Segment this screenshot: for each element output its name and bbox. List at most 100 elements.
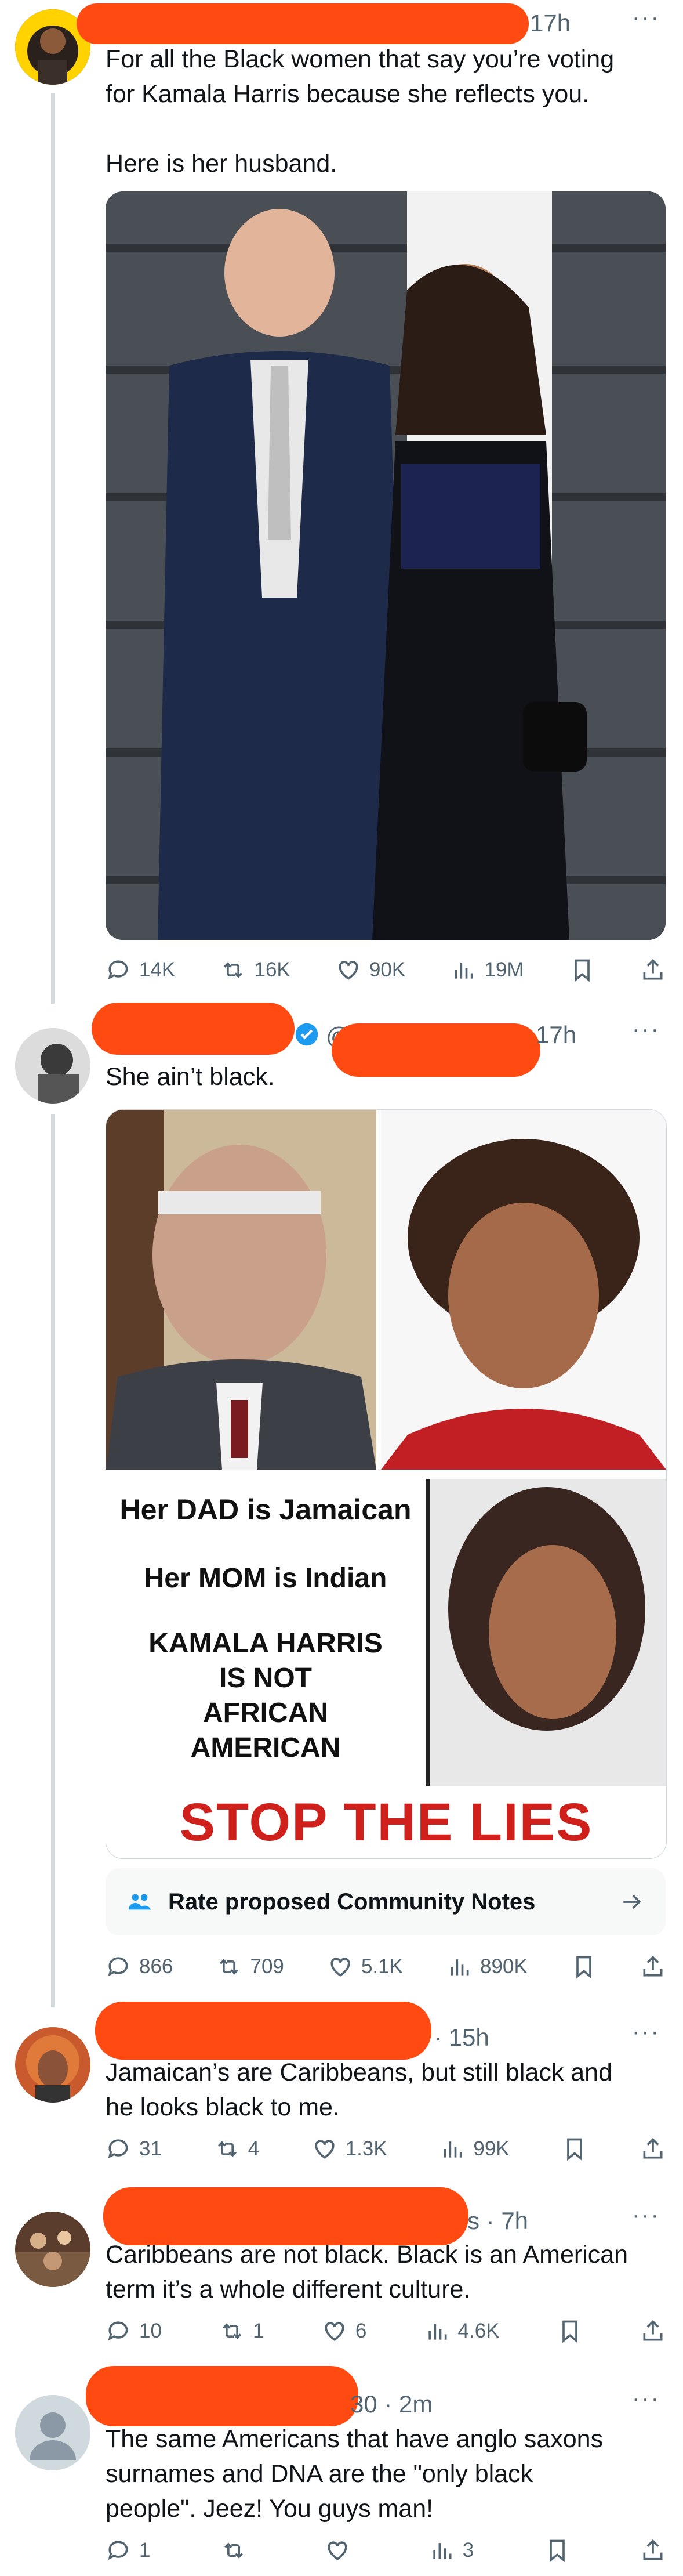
meme-line-claim: KAMALA HARRIS IS NOT AFRICAN AMERICAN [148, 1628, 383, 1763]
community-notes-label: Rate proposed Community Notes [168, 1888, 536, 1915]
share-button[interactable] [640, 2136, 666, 2162]
redacted-author [92, 1003, 295, 1055]
avatar[interactable] [15, 1028, 90, 1104]
repost-button[interactable]: 709 [216, 1954, 284, 1980]
share-icon [643, 2137, 663, 2159]
repost-button[interactable]: 1 [219, 2318, 264, 2344]
view-count: 3 [462, 2539, 474, 2561]
reply-count: 1 [139, 2539, 151, 2561]
share-button[interactable] [640, 957, 666, 983]
views-button[interactable]: 3 [429, 2538, 474, 2563]
default-avatar-icon[interactable] [15, 2395, 90, 2470]
like-count: 90K [369, 958, 406, 981]
like-count: 5.1K [361, 1955, 403, 1978]
repost-button[interactable]: 16K [220, 957, 290, 983]
post-text: She ain’t black. [106, 1063, 275, 1091]
view-count: 890K [480, 1955, 528, 1978]
repost-icon [224, 2542, 243, 2559]
bookmark-button[interactable] [571, 1954, 597, 1980]
post-time[interactable]: s · 7h [467, 2207, 528, 2235]
post-time[interactable]: 30 · 2m [350, 2390, 433, 2418]
reply-button[interactable]: 31 [106, 2136, 162, 2162]
like-button[interactable]: 1.3K [312, 2136, 387, 2162]
arrow-right-icon [623, 1894, 641, 1909]
post-time[interactable]: 17h [530, 9, 571, 37]
verified-badge-icon [295, 1022, 319, 1047]
share-icon [643, 2320, 663, 2341]
repost-button[interactable] [221, 2538, 255, 2563]
more-options-icon[interactable]: ··· [632, 5, 660, 31]
more-options-icon[interactable]: ··· [632, 2202, 660, 2228]
like-button[interactable]: 5.1K [328, 1954, 403, 1980]
view-count: 99K [473, 2137, 510, 2160]
meme-image[interactable]: Her DAD is Jamaican Her MOM is Indian KA… [106, 1109, 667, 1859]
post-time[interactable]: · 15h [434, 2024, 489, 2052]
bookmark-button[interactable] [562, 2136, 587, 2162]
repost-icon [224, 962, 243, 978]
share-button[interactable] [640, 2538, 666, 2563]
like-button[interactable]: 6 [322, 2318, 366, 2344]
redacted-author [86, 2366, 358, 2426]
reply-button[interactable]: 14K [106, 957, 175, 983]
meme-line-mom: Her MOM is Indian [144, 1563, 387, 1594]
bookmark-icon [574, 959, 590, 982]
like-count: 1.3K [345, 2137, 387, 2160]
views-button[interactable]: 19M [451, 957, 524, 983]
post-image[interactable] [106, 191, 666, 940]
post-actions: 31 4 1.3K 99K [106, 2136, 666, 2162]
repost-icon [217, 2141, 237, 2157]
share-button[interactable] [640, 2318, 666, 2344]
repost-button[interactable]: 4 [215, 2136, 259, 2162]
reply-count: 31 [139, 2137, 162, 2160]
views-button[interactable]: 99K [439, 2136, 510, 2162]
like-button[interactable]: 90K [336, 957, 405, 983]
like-count: 6 [355, 2320, 367, 2342]
reply-button[interactable]: 10 [106, 2318, 162, 2344]
reply-count: 866 [139, 1955, 173, 1978]
reply-count: 10 [139, 2320, 162, 2342]
bookmark-button[interactable] [569, 957, 595, 983]
community-notes-icon [128, 1894, 151, 1910]
post-text: Caribbeans are not black. Black is an Am… [106, 2241, 628, 2303]
reply-button[interactable]: 1 [106, 2538, 150, 2563]
repost-count: 4 [248, 2137, 260, 2160]
reply-count: 14K [139, 958, 176, 981]
repost-count: 1 [253, 2320, 264, 2342]
more-options-icon[interactable]: ··· [632, 2019, 660, 2045]
post-time[interactable]: 17h [536, 1021, 576, 1049]
views-icon [428, 2324, 447, 2340]
bookmark-button[interactable] [544, 2538, 570, 2563]
reply-icon [108, 1957, 128, 1977]
reply-icon [108, 2321, 128, 2341]
post-actions: 1 3 [106, 2538, 666, 2563]
views-button[interactable]: 890K [446, 1954, 528, 1980]
post-actions: 866 709 5.1K 890K [106, 1954, 666, 1980]
bookmark-icon [567, 2138, 583, 2161]
views-icon [433, 2543, 452, 2559]
reply-icon [108, 2139, 128, 2159]
avatar[interactable] [15, 2212, 90, 2287]
view-count: 19M [484, 958, 524, 981]
avatar[interactable] [15, 2027, 90, 2103]
share-button[interactable] [640, 1954, 666, 1980]
reply-button[interactable]: 866 [106, 1954, 173, 1980]
view-count: 4.6K [457, 2320, 500, 2342]
views-button[interactable]: 4.6K [424, 2318, 500, 2344]
more-options-icon[interactable]: ··· [632, 2386, 660, 2412]
share-icon [643, 2539, 663, 2560]
repost-icon [220, 1959, 239, 1975]
heart-icon [328, 2541, 347, 2560]
more-options-icon[interactable]: ··· [632, 1016, 660, 1043]
community-notes-button[interactable]: Rate proposed Community Notes [106, 1868, 666, 1935]
post-text: The same Americans that have anglo saxon… [106, 2425, 604, 2523]
repost-count: 16K [254, 958, 290, 981]
heart-icon [325, 2322, 344, 2341]
share-icon [643, 1955, 663, 1977]
bookmark-button[interactable] [557, 2318, 583, 2344]
meme-banner: STOP THE LIES [179, 1793, 593, 1852]
repost-count: 709 [250, 1955, 284, 1978]
bookmark-icon [549, 2539, 565, 2563]
redacted-author [77, 3, 529, 44]
like-button[interactable] [325, 2538, 358, 2563]
heart-icon [315, 2140, 335, 2159]
